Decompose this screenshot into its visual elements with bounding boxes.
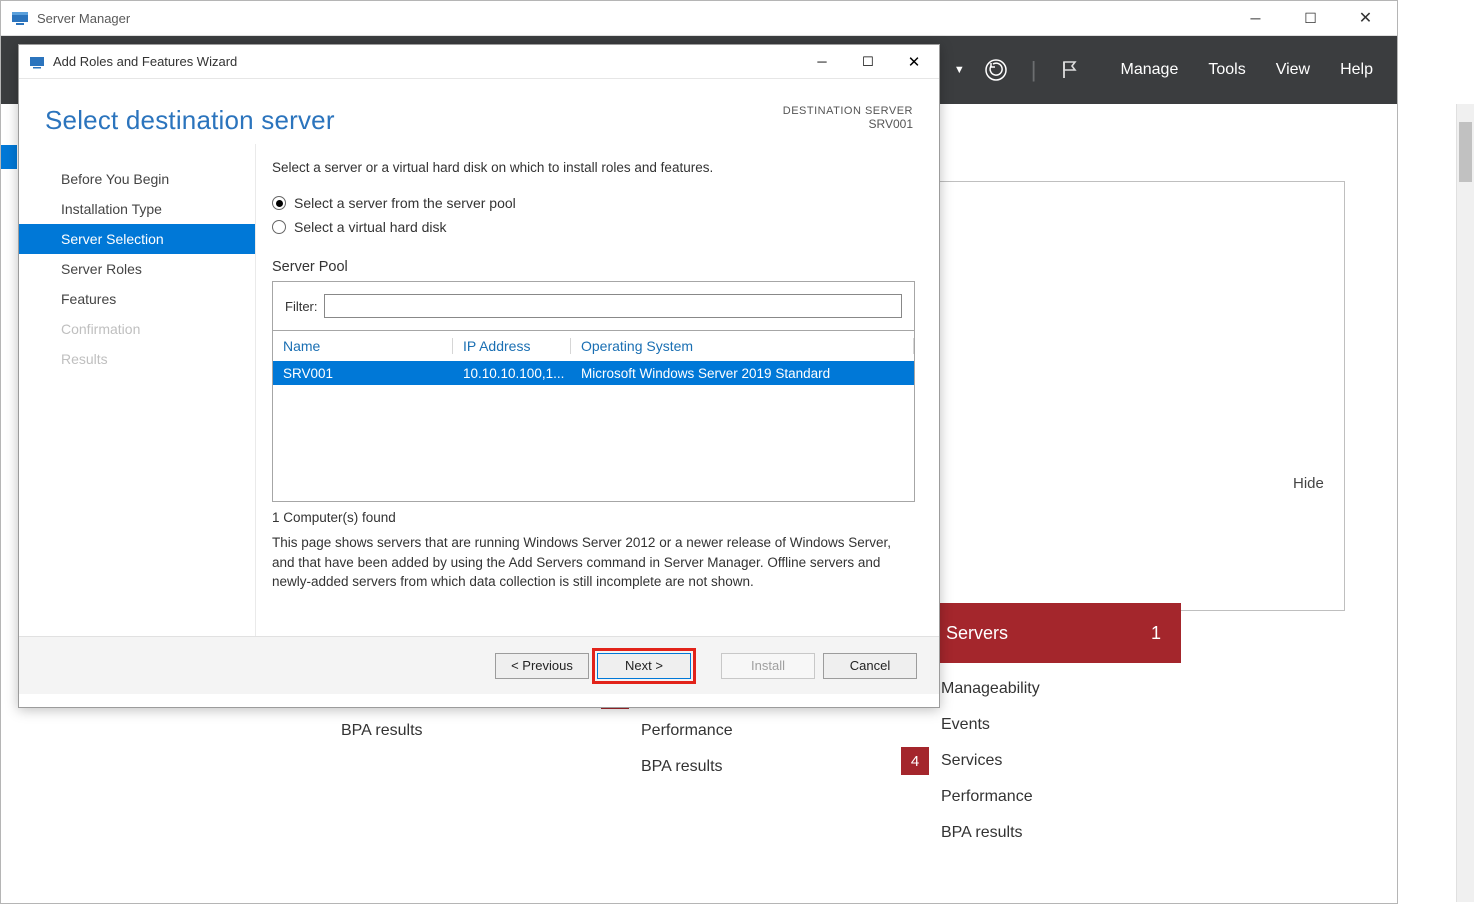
server-manager-icon (11, 9, 29, 27)
nav-step[interactable]: Before You Begin (19, 164, 255, 194)
wizard-footer: < Previous Next > Install Cancel (19, 636, 939, 694)
chevron-down-icon[interactable]: ▼ (954, 64, 965, 76)
wizard-nav: Before You BeginInstallation TypeServer … (19, 144, 255, 636)
tile-item-label: BPA results (641, 758, 723, 776)
wizard-icon (29, 54, 45, 70)
nav-selected-strip (1, 145, 17, 169)
radio-vhd[interactable]: Select a virtual hard disk (272, 219, 915, 235)
wizard-close-button[interactable]: ✕ (891, 46, 937, 78)
wizard-header: Select destination server DESTINATION SE… (19, 79, 939, 144)
tile-item[interactable]: Performance (601, 713, 881, 749)
nav-step[interactable]: Server Roles (19, 254, 255, 284)
wizard-titlebar: Add Roles and Features Wizard ─ ☐ ✕ (19, 45, 939, 79)
refresh-icon[interactable] (983, 57, 1009, 83)
tile-item-label: Events (941, 716, 990, 734)
wizard-body: Before You BeginInstallation TypeServer … (19, 144, 939, 636)
tile-item-label: Manageability (941, 680, 1040, 698)
add-roles-wizard: Add Roles and Features Wizard ─ ☐ ✕ Sele… (18, 44, 940, 708)
minimize-button[interactable]: ─ (1228, 1, 1283, 35)
menu-manage[interactable]: Manage (1121, 61, 1179, 79)
cell-os: Microsoft Windows Server 2019 Standard (571, 366, 914, 381)
cell-ip: 10.10.10.100,1... (453, 366, 571, 381)
separator: | (1031, 57, 1037, 83)
radio-label: Select a server from the server pool (294, 195, 516, 211)
wizard-heading: Select destination server (45, 105, 335, 136)
hide-link[interactable]: Hide (1293, 475, 1324, 492)
destination-server: SRV001 (783, 117, 913, 131)
cell-name: SRV001 (273, 366, 453, 381)
nav-step: Confirmation (19, 314, 255, 344)
install-button: Install (721, 653, 815, 679)
tile-item-label: Performance (941, 788, 1033, 806)
radio-icon (272, 196, 286, 210)
tile-item-label: BPA results (941, 824, 1023, 842)
tile-item[interactable]: BPA results (901, 815, 1181, 851)
next-button[interactable]: Next > (597, 653, 691, 679)
wizard-maximize-button[interactable]: ☐ (845, 46, 891, 78)
filter-label: Filter: (285, 299, 318, 314)
vertical-scrollbar[interactable] (1456, 104, 1474, 902)
destination-block: DESTINATION SERVER SRV001 (783, 105, 913, 131)
scrollbar-thumb[interactable] (1459, 122, 1472, 182)
radio-server-pool[interactable]: Select a server from the server pool (272, 195, 915, 211)
close-button[interactable]: ✕ (1338, 1, 1393, 35)
nav-step: Results (19, 344, 255, 374)
tile-item[interactable]: Events (901, 707, 1181, 743)
computers-found: 1 Computer(s) found (272, 510, 915, 525)
destination-label: DESTINATION SERVER (783, 105, 913, 117)
flag-icon[interactable] (1059, 59, 1081, 81)
radio-label: Select a virtual hard disk (294, 219, 447, 235)
maximize-button[interactable]: ☐ (1283, 1, 1338, 35)
tile-item-label: BPA results (341, 722, 423, 740)
sm-window-buttons: ─ ☐ ✕ (1228, 1, 1393, 35)
tile-item[interactable]: 4 Services (901, 743, 1181, 779)
tile-item-label: Services (941, 752, 1002, 770)
tile-item[interactable]: Performance (901, 779, 1181, 815)
menu-view[interactable]: View (1276, 61, 1310, 79)
sm-title: Server Manager (37, 11, 130, 26)
col-ip[interactable]: IP Address (453, 338, 571, 354)
server-pool-label: Server Pool (272, 259, 915, 275)
filter-box: Filter: (272, 281, 915, 331)
wizard-window-buttons: ─ ☐ ✕ (799, 46, 937, 78)
grid-header: Name IP Address Operating System (273, 331, 914, 361)
table-row[interactable]: SRV00110.10.10.100,1...Microsoft Windows… (273, 361, 914, 385)
wizard-title: Add Roles and Features Wizard (53, 54, 237, 69)
filter-input[interactable] (324, 294, 903, 318)
tile-heading-count: 1 (1151, 623, 1161, 644)
radio-icon (272, 220, 286, 234)
cancel-button[interactable]: Cancel (823, 653, 917, 679)
tile-heading-all-servers[interactable]: All Servers 1 (901, 603, 1181, 663)
wizard-description: Select a server or a virtual hard disk o… (272, 160, 915, 175)
col-name[interactable]: Name (273, 338, 453, 354)
server-grid: Name IP Address Operating System SRV0011… (272, 331, 915, 502)
col-os[interactable]: Operating System (571, 338, 914, 354)
previous-button[interactable]: < Previous (495, 653, 589, 679)
tile-item-label: Performance (641, 722, 733, 740)
tile-col-3: All Servers 1 Manageability Events 4 Servic… (901, 603, 1181, 859)
bar-icon-group: ▼ | (954, 57, 1081, 83)
alert-badge: 4 (901, 747, 929, 775)
grid-body: SRV00110.10.10.100,1...Microsoft Windows… (273, 361, 914, 501)
menu-help[interactable]: Help (1340, 61, 1373, 79)
nav-step[interactable]: Features (19, 284, 255, 314)
sm-titlebar: Server Manager ─ ☐ ✕ (1, 1, 1397, 36)
tile-item[interactable]: Manageability (901, 671, 1181, 707)
nav-step[interactable]: Server Selection (19, 224, 255, 254)
explanation-text: This page shows servers that are running… (272, 533, 915, 592)
tile-item[interactable]: BPA results (601, 749, 881, 785)
menu-tools[interactable]: Tools (1208, 61, 1245, 79)
wizard-content: Select a server or a virtual hard disk o… (255, 144, 939, 636)
tile-item[interactable]: BPA results (301, 713, 581, 749)
wizard-minimize-button[interactable]: ─ (799, 46, 845, 78)
nav-step[interactable]: Installation Type (19, 194, 255, 224)
